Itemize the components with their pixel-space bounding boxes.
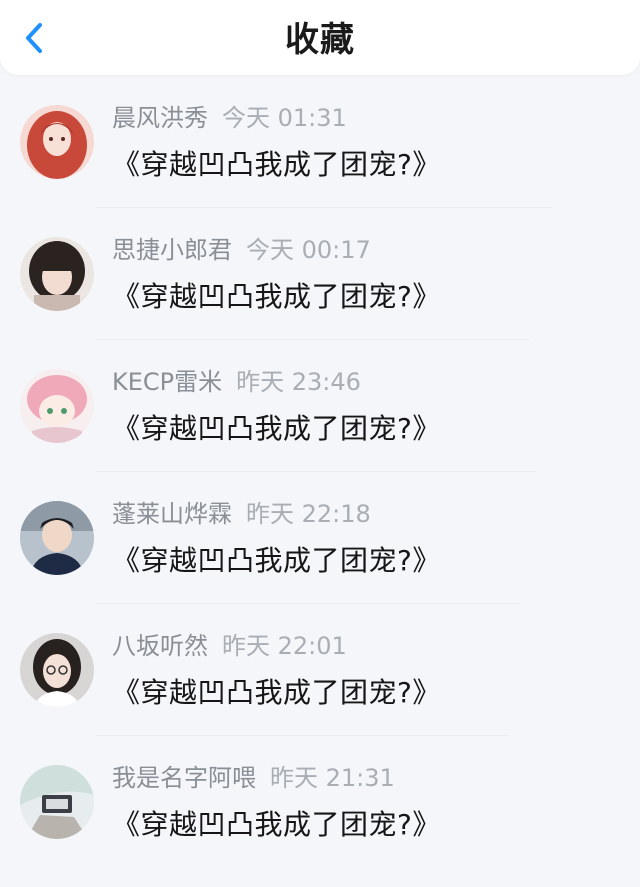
message-text: 《穿越凹凸我成了团宠?》 [112, 280, 441, 313]
avatar [20, 369, 94, 443]
message-text: 《穿越凹凸我成了团宠?》 [112, 148, 441, 181]
timestamp: 今天 00:17 [246, 236, 371, 264]
sender-name: 八坂听然 [112, 632, 208, 660]
item-meta: 晨风洪秀 今天 01:31 [112, 103, 347, 133]
page-title: 收藏 [285, 20, 355, 60]
timestamp: 昨天 23:46 [236, 368, 361, 396]
top-bar: 收藏 [0, 0, 640, 75]
message-text: 《穿越凹凸我成了团宠?》 [112, 808, 441, 841]
avatar [20, 633, 94, 707]
avatar [20, 105, 94, 179]
sender-name: 思捷小郎君 [112, 236, 232, 264]
item-meta: 我是名字阿喂 昨天 21:31 [112, 763, 395, 793]
sender-name: 晨风洪秀 [112, 104, 208, 132]
divider [96, 339, 530, 340]
timestamp: 昨天 22:01 [222, 632, 347, 660]
avatar [20, 765, 94, 839]
favorites-list: 晨风洪秀 今天 01:31 《穿越凹凸我成了团宠?》 思捷小郎君 今天 00:17 … [0, 75, 640, 864]
list-item[interactable]: 我是名字阿喂 昨天 21:31 《穿越凹凸我成了团宠?》 [0, 755, 640, 887]
divider [96, 735, 508, 736]
sender-name: 我是名字阿喂 [112, 764, 256, 792]
divider [96, 207, 552, 208]
divider [96, 471, 536, 472]
message-text: 《穿越凹凸我成了团宠?》 [112, 544, 441, 577]
item-meta: 思捷小郎君 今天 00:17 [112, 235, 371, 265]
timestamp: 今天 01:31 [222, 104, 347, 132]
sender-name: KECP雷米 [112, 368, 223, 396]
item-meta: 蓬莱山烨霖 昨天 22:18 [112, 499, 371, 529]
timestamp: 昨天 21:31 [270, 764, 395, 792]
message-text: 《穿越凹凸我成了团宠?》 [112, 676, 441, 709]
sender-name: 蓬莱山烨霖 [112, 500, 232, 528]
message-text: 《穿越凹凸我成了团宠?》 [112, 412, 441, 445]
timestamp: 昨天 22:18 [246, 500, 371, 528]
avatar [20, 501, 94, 575]
item-meta: 八坂听然 昨天 22:01 [112, 631, 347, 661]
item-meta: KECP雷米 昨天 23:46 [112, 367, 361, 397]
divider [96, 603, 520, 604]
avatar [20, 237, 94, 311]
